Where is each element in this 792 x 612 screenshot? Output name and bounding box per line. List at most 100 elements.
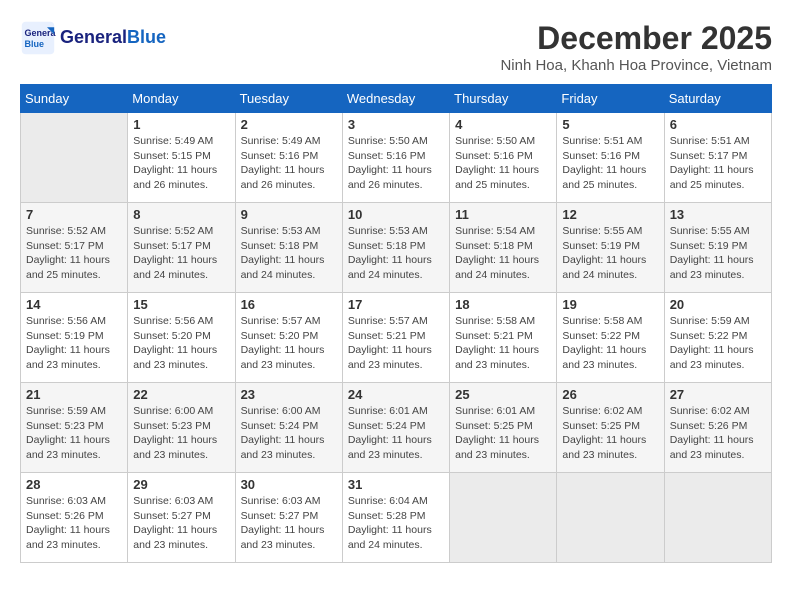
day-info: Sunrise: 5:51 AMSunset: 5:17 PMDaylight:… bbox=[670, 134, 766, 193]
day-info: Sunrise: 5:57 AMSunset: 5:20 PMDaylight:… bbox=[241, 314, 337, 373]
calendar-cell bbox=[664, 473, 771, 563]
calendar-cell: 24 Sunrise: 6:01 AMSunset: 5:24 PMDayligh… bbox=[342, 383, 449, 473]
day-info: Sunrise: 6:00 AMSunset: 5:24 PMDaylight:… bbox=[241, 404, 337, 463]
calendar-table: SundayMondayTuesdayWednesdayThursdayFrid… bbox=[20, 84, 772, 563]
weekday-header: Thursday bbox=[450, 85, 557, 113]
weekday-header: Sunday bbox=[21, 85, 128, 113]
day-number: 20 bbox=[670, 297, 766, 312]
day-number: 21 bbox=[26, 387, 122, 402]
logo: General Blue GeneralBlue bbox=[20, 20, 166, 56]
day-number: 29 bbox=[133, 477, 229, 492]
day-number: 1 bbox=[133, 117, 229, 132]
day-info: Sunrise: 5:58 AMSunset: 5:21 PMDaylight:… bbox=[455, 314, 551, 373]
day-number: 7 bbox=[26, 207, 122, 222]
day-info: Sunrise: 5:53 AMSunset: 5:18 PMDaylight:… bbox=[348, 224, 444, 283]
day-info: Sunrise: 6:00 AMSunset: 5:23 PMDaylight:… bbox=[133, 404, 229, 463]
day-info: Sunrise: 6:02 AMSunset: 5:26 PMDaylight:… bbox=[670, 404, 766, 463]
day-info: Sunrise: 5:49 AMSunset: 5:16 PMDaylight:… bbox=[241, 134, 337, 193]
day-number: 5 bbox=[562, 117, 658, 132]
calendar-cell: 18 Sunrise: 5:58 AMSunset: 5:21 PMDayligh… bbox=[450, 293, 557, 383]
day-info: Sunrise: 5:50 AMSunset: 5:16 PMDaylight:… bbox=[348, 134, 444, 193]
day-number: 15 bbox=[133, 297, 229, 312]
day-number: 24 bbox=[348, 387, 444, 402]
day-number: 27 bbox=[670, 387, 766, 402]
logo-icon: General Blue bbox=[20, 20, 56, 56]
calendar-week-row: 21 Sunrise: 5:59 AMSunset: 5:23 PMDayligh… bbox=[21, 383, 772, 473]
calendar-cell: 12 Sunrise: 5:55 AMSunset: 5:19 PMDayligh… bbox=[557, 203, 664, 293]
day-info: Sunrise: 6:01 AMSunset: 5:25 PMDaylight:… bbox=[455, 404, 551, 463]
calendar-week-row: 1 Sunrise: 5:49 AMSunset: 5:15 PMDaylight… bbox=[21, 113, 772, 203]
calendar-cell: 2Sunrise: 5:49 AMSunset: 5:16 PMDaylight… bbox=[235, 113, 342, 203]
day-info: Sunrise: 5:56 AMSunset: 5:19 PMDaylight:… bbox=[26, 314, 122, 373]
calendar-cell: 11 Sunrise: 5:54 AMSunset: 5:18 PMDayligh… bbox=[450, 203, 557, 293]
day-info: Sunrise: 5:55 AMSunset: 5:19 PMDaylight:… bbox=[670, 224, 766, 283]
day-number: 11 bbox=[455, 207, 551, 222]
calendar-week-row: 14 Sunrise: 5:56 AMSunset: 5:19 PMDayligh… bbox=[21, 293, 772, 383]
month-title: December 2025 bbox=[500, 20, 772, 57]
calendar-week-row: 28 Sunrise: 6:03 AMSunset: 5:26 PMDayligh… bbox=[21, 473, 772, 563]
day-info: Sunrise: 5:54 AMSunset: 5:18 PMDaylight:… bbox=[455, 224, 551, 283]
day-info: Sunrise: 6:03 AMSunset: 5:26 PMDaylight:… bbox=[26, 494, 122, 553]
calendar-cell: 22 Sunrise: 6:00 AMSunset: 5:23 PMDayligh… bbox=[128, 383, 235, 473]
day-number: 16 bbox=[241, 297, 337, 312]
day-number: 25 bbox=[455, 387, 551, 402]
title-area: December 2025 Ninh Hoa, Khanh Hoa Provin… bbox=[500, 20, 772, 74]
calendar-cell: 21 Sunrise: 5:59 AMSunset: 5:23 PMDayligh… bbox=[21, 383, 128, 473]
day-info: Sunrise: 5:56 AMSunset: 5:20 PMDaylight:… bbox=[133, 314, 229, 373]
day-number: 22 bbox=[133, 387, 229, 402]
calendar-cell: 15 Sunrise: 5:56 AMSunset: 5:20 PMDayligh… bbox=[128, 293, 235, 383]
calendar-cell: 25 Sunrise: 6:01 AMSunset: 5:25 PMDayligh… bbox=[450, 383, 557, 473]
calendar-header: SundayMondayTuesdayWednesdayThursdayFrid… bbox=[21, 85, 772, 113]
day-number: 30 bbox=[241, 477, 337, 492]
day-number: 17 bbox=[348, 297, 444, 312]
calendar-cell: 20Sunrise: 5:59 AMSunset: 5:22 PMDayligh… bbox=[664, 293, 771, 383]
day-info: Sunrise: 6:02 AMSunset: 5:25 PMDaylight:… bbox=[562, 404, 658, 463]
day-number: 23 bbox=[241, 387, 337, 402]
day-info: Sunrise: 5:52 AMSunset: 5:17 PMDaylight:… bbox=[133, 224, 229, 283]
calendar-cell: 13Sunrise: 5:55 AMSunset: 5:19 PMDayligh… bbox=[664, 203, 771, 293]
weekday-header: Tuesday bbox=[235, 85, 342, 113]
calendar-cell: 19 Sunrise: 5:58 AMSunset: 5:22 PMDayligh… bbox=[557, 293, 664, 383]
calendar-cell: 3Sunrise: 5:50 AMSunset: 5:16 PMDaylight… bbox=[342, 113, 449, 203]
day-info: Sunrise: 5:55 AMSunset: 5:19 PMDaylight:… bbox=[562, 224, 658, 283]
day-info: Sunrise: 5:52 AMSunset: 5:17 PMDaylight:… bbox=[26, 224, 122, 283]
calendar-cell: 8 Sunrise: 5:52 AMSunset: 5:17 PMDaylight… bbox=[128, 203, 235, 293]
weekday-header: Monday bbox=[128, 85, 235, 113]
calendar-cell: 7 Sunrise: 5:52 AMSunset: 5:17 PMDaylight… bbox=[21, 203, 128, 293]
calendar-cell: 23 Sunrise: 6:00 AMSunset: 5:24 PMDayligh… bbox=[235, 383, 342, 473]
calendar-cell: 30 Sunrise: 6:03 AMSunset: 5:27 PMDayligh… bbox=[235, 473, 342, 563]
calendar-cell bbox=[557, 473, 664, 563]
day-info: Sunrise: 5:53 AMSunset: 5:18 PMDaylight:… bbox=[241, 224, 337, 283]
calendar-cell: 17Sunrise: 5:57 AMSunset: 5:21 PMDayligh… bbox=[342, 293, 449, 383]
weekday-row: SundayMondayTuesdayWednesdayThursdayFrid… bbox=[21, 85, 772, 113]
calendar-cell: 26 Sunrise: 6:02 AMSunset: 5:25 PMDayligh… bbox=[557, 383, 664, 473]
day-number: 12 bbox=[562, 207, 658, 222]
day-info: Sunrise: 5:49 AMSunset: 5:15 PMDaylight:… bbox=[133, 134, 229, 193]
logo-text: GeneralBlue bbox=[60, 27, 166, 49]
calendar-cell: 14 Sunrise: 5:56 AMSunset: 5:19 PMDayligh… bbox=[21, 293, 128, 383]
day-number: 14 bbox=[26, 297, 122, 312]
weekday-header: Saturday bbox=[664, 85, 771, 113]
day-number: 8 bbox=[133, 207, 229, 222]
day-number: 19 bbox=[562, 297, 658, 312]
day-number: 4 bbox=[455, 117, 551, 132]
calendar-body: 1 Sunrise: 5:49 AMSunset: 5:15 PMDaylight… bbox=[21, 113, 772, 563]
day-number: 26 bbox=[562, 387, 658, 402]
day-info: Sunrise: 6:01 AMSunset: 5:24 PMDaylight:… bbox=[348, 404, 444, 463]
day-info: Sunrise: 6:03 AMSunset: 5:27 PMDaylight:… bbox=[241, 494, 337, 553]
calendar-cell: 1 Sunrise: 5:49 AMSunset: 5:15 PMDaylight… bbox=[128, 113, 235, 203]
weekday-header: Friday bbox=[557, 85, 664, 113]
calendar-cell: 16 Sunrise: 5:57 AMSunset: 5:20 PMDayligh… bbox=[235, 293, 342, 383]
day-number: 18 bbox=[455, 297, 551, 312]
day-info: Sunrise: 5:50 AMSunset: 5:16 PMDaylight:… bbox=[455, 134, 551, 193]
day-info: Sunrise: 5:59 AMSunset: 5:23 PMDaylight:… bbox=[26, 404, 122, 463]
calendar-week-row: 7 Sunrise: 5:52 AMSunset: 5:17 PMDaylight… bbox=[21, 203, 772, 293]
day-number: 10 bbox=[348, 207, 444, 222]
day-number: 28 bbox=[26, 477, 122, 492]
day-info: Sunrise: 5:58 AMSunset: 5:22 PMDaylight:… bbox=[562, 314, 658, 373]
day-number: 9 bbox=[241, 207, 337, 222]
page-header: General Blue GeneralBlue December 2025 N… bbox=[20, 20, 772, 74]
calendar-cell: 4 Sunrise: 5:50 AMSunset: 5:16 PMDaylight… bbox=[450, 113, 557, 203]
svg-text:Blue: Blue bbox=[25, 39, 45, 49]
calendar-cell: 28 Sunrise: 6:03 AMSunset: 5:26 PMDayligh… bbox=[21, 473, 128, 563]
